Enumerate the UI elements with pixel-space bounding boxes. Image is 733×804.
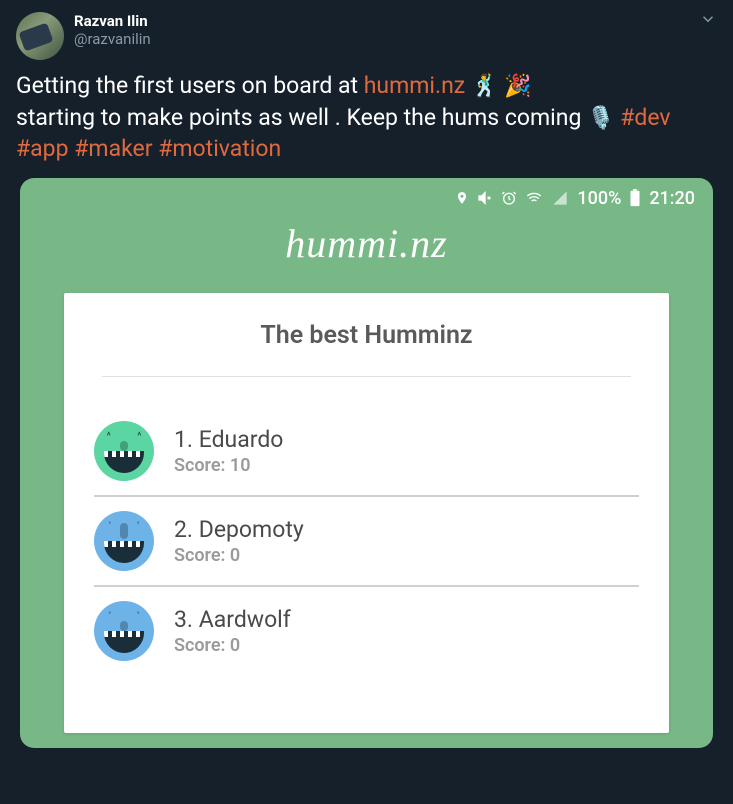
card-title: The best Humminz xyxy=(102,321,631,377)
user-avatar: ^ ^ xyxy=(94,421,154,481)
leaderboard-list: ^ ^ 1. Eduardo Score: 10 xyxy=(94,377,639,675)
row-score: Score: 10 xyxy=(174,455,283,476)
location-icon xyxy=(455,190,469,206)
row-score: Score: 0 xyxy=(174,545,304,566)
author-avatar[interactable] xyxy=(16,12,64,60)
row-name: 3. Aardwolf xyxy=(174,606,291,633)
hashtag[interactable]: #maker xyxy=(74,135,152,162)
leaderboard-row[interactable]: ' ' 2. Depomoty Score: 0 xyxy=(94,497,639,587)
author-handle: @razvanilin xyxy=(74,30,151,48)
tweet-text: Getting the first users on board at humm… xyxy=(16,70,717,164)
tweet-header: Razvan Ilin @razvanilin xyxy=(16,12,717,60)
chevron-down-icon[interactable] xyxy=(699,10,717,32)
alarm-icon xyxy=(501,190,517,206)
leaderboard-row[interactable]: ' ' 3. Aardwolf Score: 0 xyxy=(94,587,639,675)
signal-icon xyxy=(551,190,569,206)
author-info[interactable]: Razvan Ilin @razvanilin xyxy=(74,12,151,48)
tweet[interactable]: Razvan Ilin @razvanilin Getting the firs… xyxy=(0,0,733,760)
mic-emoji: 🎙️ xyxy=(587,104,614,134)
row-score: Score: 0 xyxy=(174,635,291,656)
battery-icon xyxy=(629,189,641,207)
hashtag[interactable]: #app xyxy=(16,135,69,162)
hashtag[interactable]: #motivation xyxy=(158,135,281,162)
text-segment: starting to make points as well . Keep t… xyxy=(16,104,587,131)
user-avatar: ' ' xyxy=(94,601,154,661)
battery-percentage: 100% xyxy=(577,188,621,209)
user-avatar: ' ' xyxy=(94,511,154,571)
tweet-link[interactable]: hummi.nz xyxy=(364,72,465,99)
phone-status-bar: 100% 21:20 xyxy=(20,178,713,212)
wifi-icon xyxy=(525,190,543,206)
author-name: Razvan Ilin xyxy=(74,12,151,30)
mute-icon xyxy=(477,190,493,206)
row-name: 2. Depomoty xyxy=(174,516,304,543)
row-name: 1. Eduardo xyxy=(174,426,283,453)
embedded-screenshot[interactable]: 100% 21:20 hummi.nz The best Humminz ^ ^ xyxy=(20,178,713,748)
app-title: hummi.nz xyxy=(20,212,713,293)
leaderboard-card: The best Humminz ^ ^ 1. Eduardo xyxy=(64,293,669,733)
text-segment: Getting the first users on board at xyxy=(16,72,364,99)
leaderboard-row[interactable]: ^ ^ 1. Eduardo Score: 10 xyxy=(94,407,639,497)
party-emoji: 🎉 xyxy=(504,72,531,102)
dancer-emoji: 🕺 xyxy=(471,72,498,102)
clock-time: 21:20 xyxy=(649,188,695,209)
hashtag[interactable]: #dev xyxy=(620,104,670,131)
